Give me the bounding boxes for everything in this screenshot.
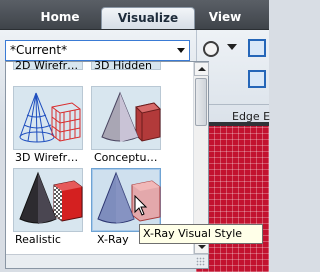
gallery-item-label: 3D Wirefr… [15,151,79,164]
arrow-up-icon [198,67,206,71]
tab-visualize[interactable]: Visualize [101,7,195,29]
chevron-down-icon[interactable] [227,44,237,50]
tab-view[interactable]: View [200,7,250,29]
gallery-item-label: 3D Hidden [94,59,152,72]
combobox-value: *Current* [10,43,68,57]
gallery-item-label: Realistic [15,233,61,246]
scrollbar-thumb[interactable] [195,78,207,126]
scroll-up-button[interactable] [194,62,209,76]
sphere-style-icon[interactable] [203,41,219,57]
gallery-item-3d-wireframe[interactable] [13,86,83,150]
resize-grip-icon[interactable] [196,257,205,266]
gallery-item-conceptual[interactable] [91,86,161,150]
realistic-icon [19,171,83,224]
tab-home[interactable]: Home [24,7,96,29]
gallery-item-label: 2D Wirefr… [15,59,79,72]
visual-style-combobox[interactable]: *Current* [5,40,190,61]
conceptual-icon [101,91,161,142]
cube-isolines-icon[interactable] [248,70,266,88]
gallery-item-label: Conceptu… [94,151,158,164]
3d-wireframe-icon [19,92,81,143]
gallery-item-realistic[interactable] [13,168,83,232]
arrow-down-icon [198,245,206,249]
tooltip: X-Ray Visual Style [139,224,263,244]
gallery-resize-bar [6,254,208,268]
gallery-item-label: X-Ray [97,233,129,246]
gallery-item-xray[interactable] [91,168,161,232]
cube-edges-icon[interactable] [248,39,266,57]
mouse-pointer-icon [134,195,148,216]
ribbon-tab-bar: Home Visualize View [0,0,269,30]
chevron-down-icon[interactable] [177,48,185,53]
